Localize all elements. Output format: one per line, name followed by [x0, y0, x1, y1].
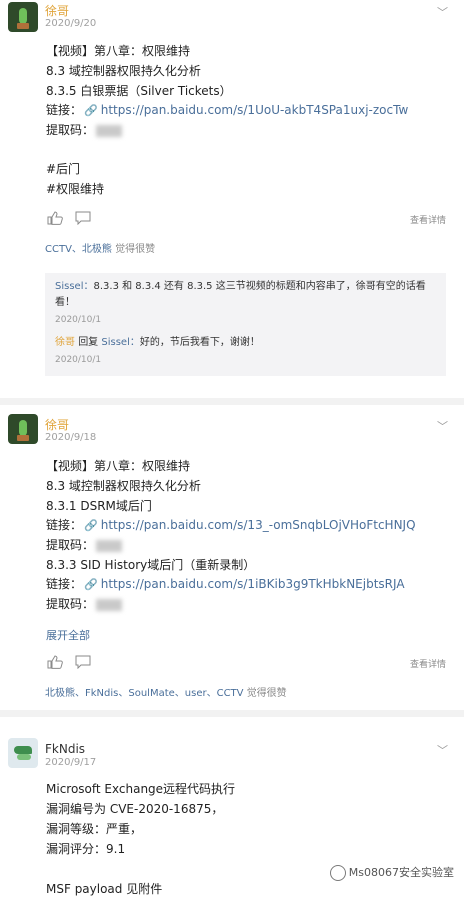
post-divider [0, 398, 464, 405]
likers-names[interactable]: CCTV、北极熊 [45, 244, 112, 255]
link-row: 链接： 🔗 https://pan.baidu.com/s/1iBKib3g9TkH… [46, 575, 405, 592]
view-detail-link[interactable]: 查看详情 [410, 657, 446, 670]
post-text-line: Microsoft Exchange远程代码执行 [46, 782, 236, 796]
expand-all-link[interactable]: 展开全部 [46, 627, 90, 643]
comment: Sissel：8.3.3 和 8.3.4 还有 8.3.5 这三节视频的标题和内… [55, 279, 436, 311]
thumb-up-icon[interactable] [47, 211, 63, 225]
post-text-line: 8.3.5 白银票据（Silver Tickets） [46, 84, 232, 98]
username[interactable]: 徐哥 [45, 416, 69, 433]
post-divider [0, 710, 464, 717]
post-date: 2020/9/18 [45, 432, 97, 443]
post-text-line: 8.3.1 DSRM域后门 [46, 499, 152, 513]
username[interactable]: FkNdis [45, 742, 85, 756]
link-icon: 🔗 [84, 578, 98, 591]
post-text-line: MSF payload 见附件 [46, 882, 163, 896]
link-icon: 🔗 [84, 519, 98, 532]
code-row: 提取码： [46, 536, 123, 553]
likers-row: CCTV、北极熊 觉得很赞 [45, 240, 155, 255]
avatar[interactable] [8, 738, 38, 768]
comment-author[interactable]: 徐哥 [55, 337, 75, 348]
likers-row: 北极熊、FkNdis、SoulMate、user、CCTV 觉得很赞 [45, 684, 287, 699]
code-label: 提取码： [46, 597, 95, 611]
link-row: 链接： 🔗 https://pan.baidu.com/s/13_-omSnqbLO… [46, 516, 416, 533]
comment-date: 2020/10/1 [55, 355, 102, 365]
comment-icon[interactable] [75, 655, 91, 669]
share-link[interactable]: https://pan.baidu.com/s/1iBKib3g9TkHbkNE… [101, 577, 405, 591]
code-label: 提取码： [46, 123, 95, 137]
username[interactable]: 徐哥 [45, 2, 69, 19]
watermark-text: Ms08067安全实验室 [348, 866, 454, 879]
comment-author[interactable]: Sissel： [55, 281, 93, 292]
likers-suffix: 觉得很赞 [246, 688, 287, 699]
hashtag[interactable]: #后门 [46, 160, 80, 177]
post-text-line: 【视频】第八章：权限维持 [46, 459, 191, 473]
likers-suffix: 觉得很赞 [115, 244, 156, 255]
post-text-line: 8.3.3 SID History域后门（重新录制） [46, 558, 256, 572]
post-text-line: 漏洞等级：严重， [46, 822, 143, 836]
view-detail-link[interactable]: 查看详情 [410, 213, 446, 226]
redacted-code [96, 539, 123, 552]
reply-target[interactable]: Sissel： [101, 337, 139, 348]
code-row: 提取码： [46, 121, 123, 138]
reply-word: 回复 [78, 337, 99, 348]
share-link[interactable]: https://pan.baidu.com/s/13_-omSnqbLOjVHo… [101, 518, 416, 532]
avatar[interactable] [8, 2, 38, 32]
comment-text: 8.3.3 和 8.3.4 还有 8.3.5 这三节视频的标题和内容串了，徐哥有… [55, 281, 426, 308]
post-text-line: 8.3 域控制器权限持久化分析 [46, 479, 201, 493]
watermark: Ms08067安全实验室 [329, 864, 454, 881]
link-label: 链接： [46, 518, 83, 532]
comment-text: 好的，节后我看下，谢谢！ [139, 337, 260, 348]
comment-icon[interactable] [75, 211, 91, 225]
code-row: 提取码： [46, 595, 123, 612]
share-link[interactable]: https://pan.baidu.com/s/1UoU-akbT4SPa1ux… [101, 103, 409, 117]
post-text-line: 【视频】第八章：权限维持 [46, 44, 191, 58]
comment: 徐哥 回复 Sissel：好的，节后我看下，谢谢！ [55, 335, 436, 351]
chevron-down-icon[interactable]: ﹀ [437, 4, 448, 20]
avatar[interactable] [8, 414, 38, 444]
chevron-down-icon[interactable]: ﹀ [437, 742, 448, 758]
redacted-code [96, 124, 123, 137]
comment-date: 2020/10/1 [55, 315, 102, 325]
code-label: 提取码： [46, 538, 95, 552]
thumb-up-icon[interactable] [47, 655, 63, 669]
post-date: 2020/9/20 [45, 18, 97, 29]
post-text-line: 漏洞评分：9.1 [46, 842, 126, 856]
post-text-line: 8.3 域控制器权限持久化分析 [46, 64, 201, 78]
post-text-line: 漏洞编号为 CVE-2020-16875， [46, 802, 224, 816]
post-date: 2020/9/17 [45, 757, 97, 768]
wechat-logo-icon [329, 865, 346, 881]
link-label: 链接： [46, 103, 83, 117]
comment-box: Sissel：8.3.3 和 8.3.4 还有 8.3.5 这三节视频的标题和内… [45, 273, 446, 376]
redacted-code [96, 598, 123, 611]
likers-names[interactable]: 北极熊、FkNdis、SoulMate、user、CCTV [45, 688, 244, 699]
link-row: 链接： 🔗 https://pan.baidu.com/s/1UoU-akbT4SP… [46, 101, 408, 118]
chevron-down-icon[interactable]: ﹀ [437, 418, 448, 434]
link-label: 链接： [46, 577, 83, 591]
hashtag[interactable]: #权限维持 [46, 180, 104, 197]
link-icon: 🔗 [84, 104, 98, 117]
